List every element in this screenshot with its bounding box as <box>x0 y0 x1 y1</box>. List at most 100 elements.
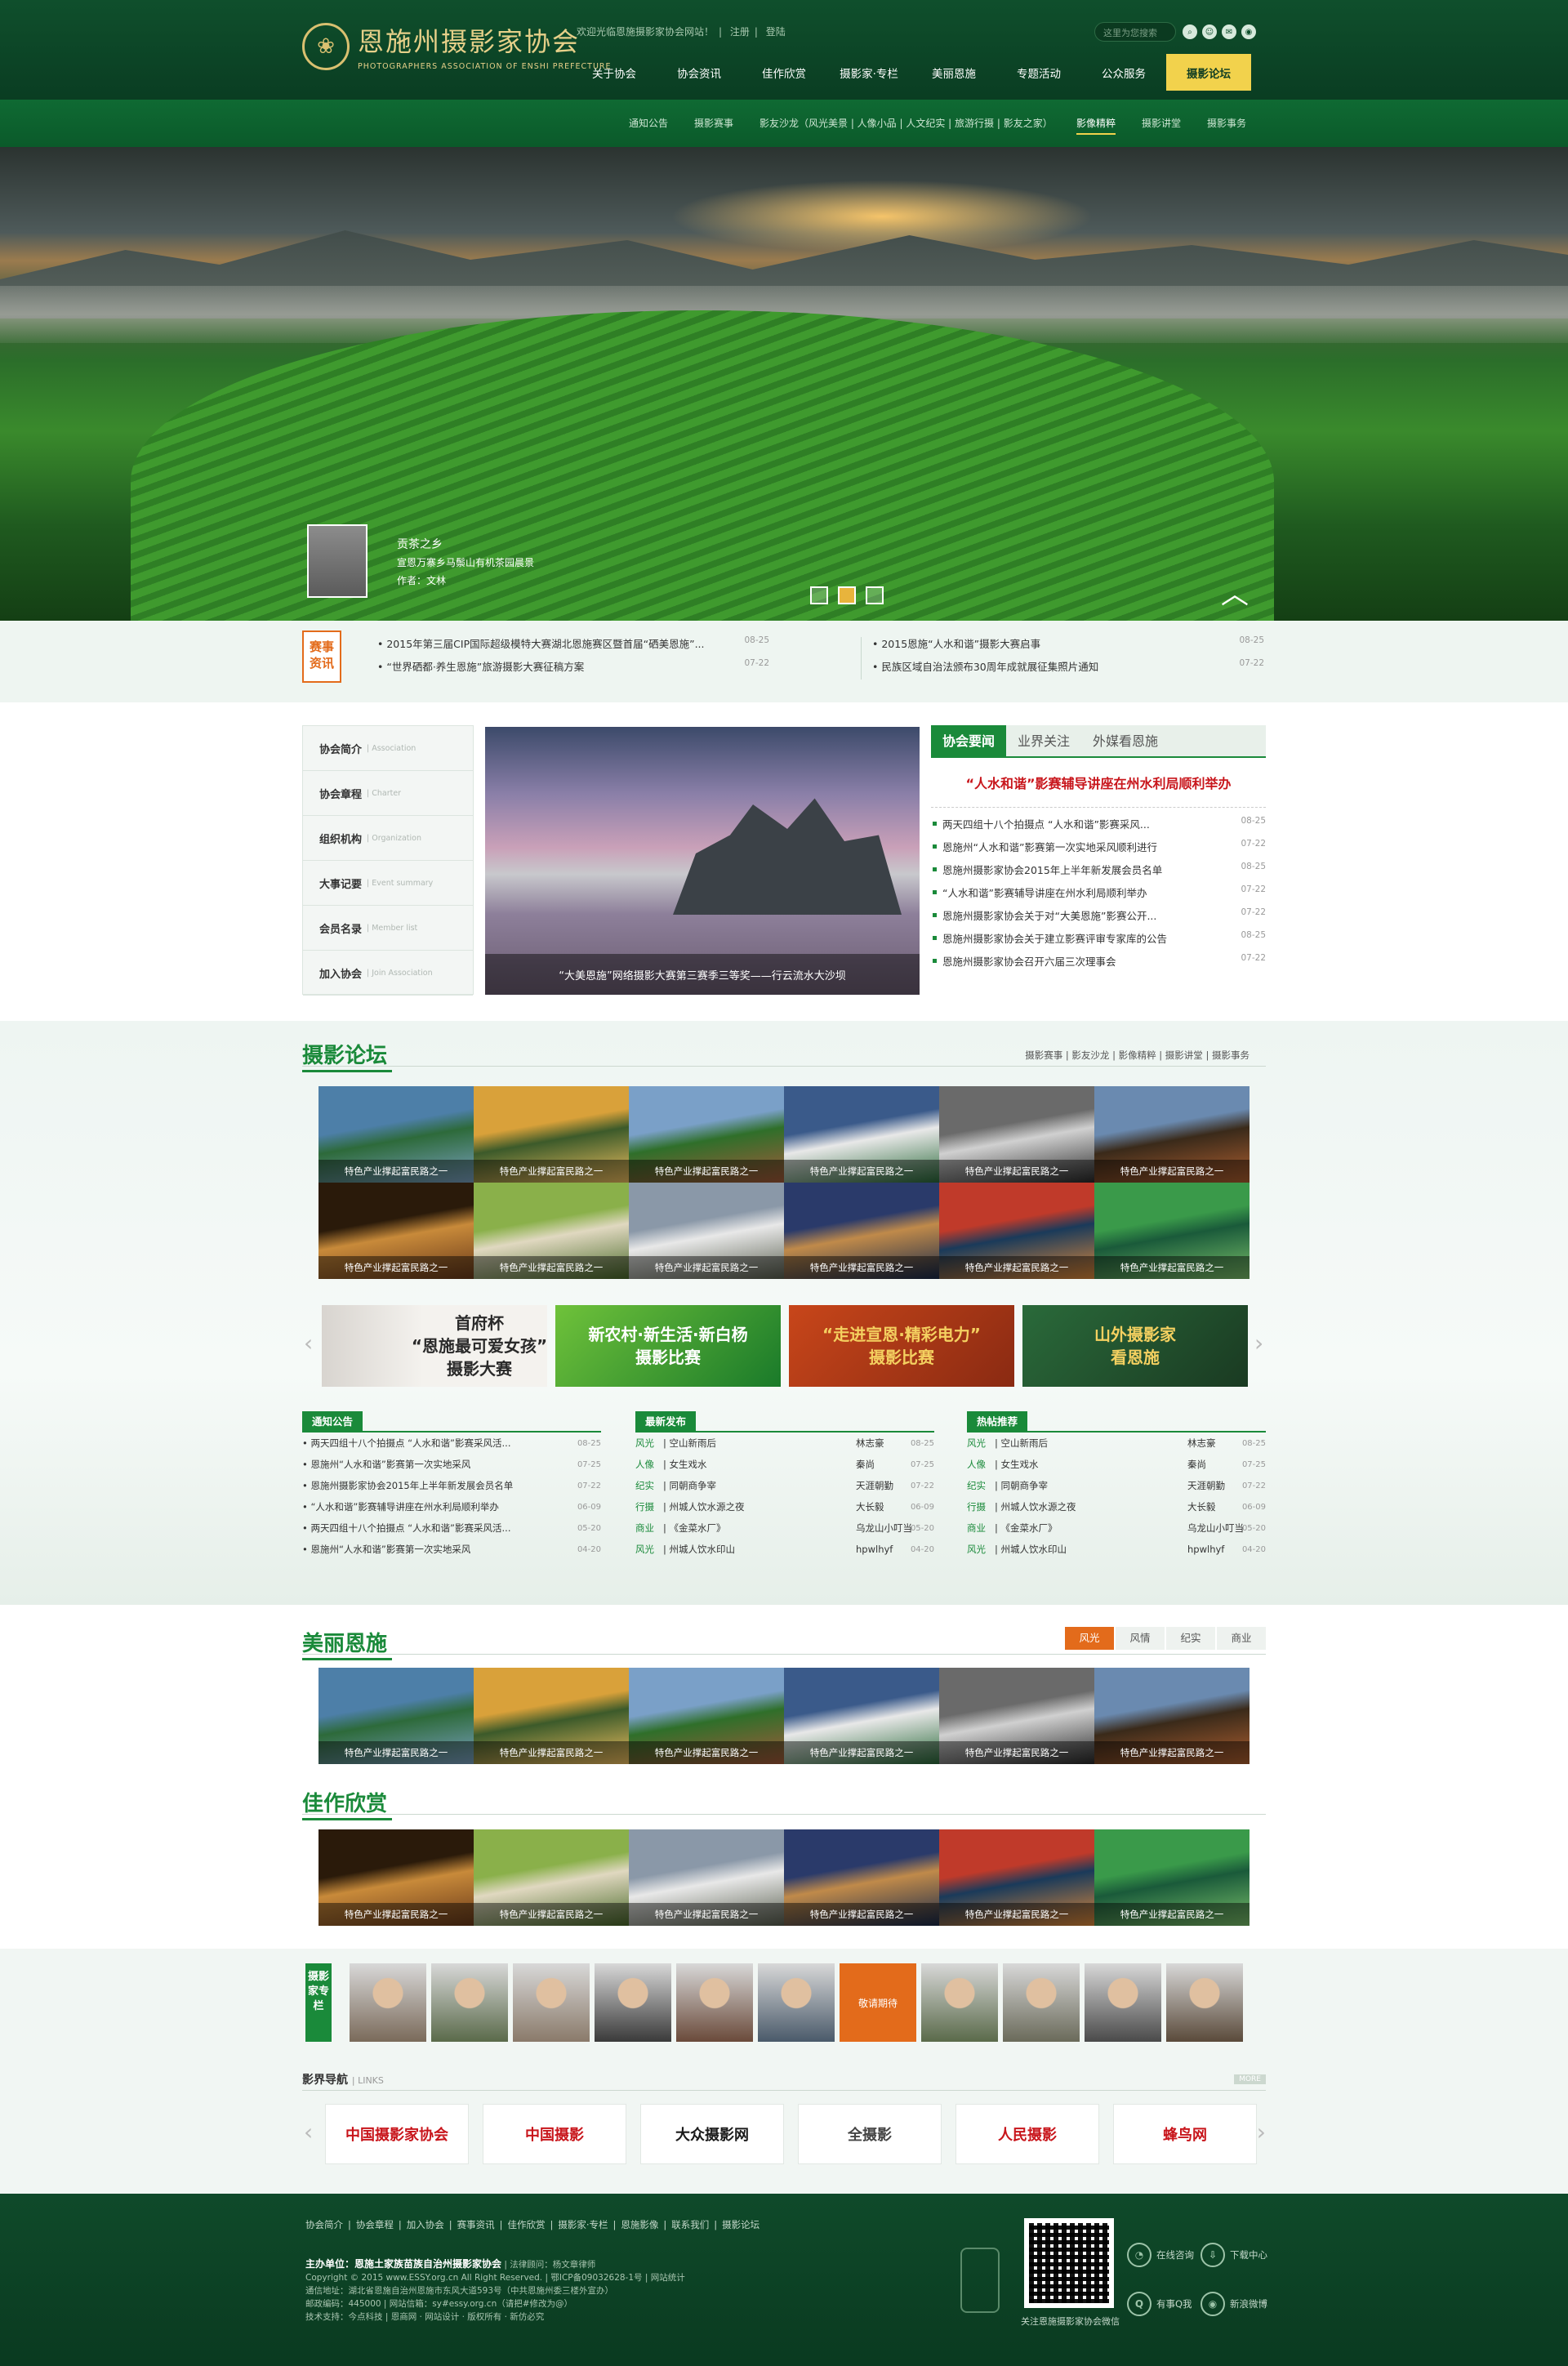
list-item-category[interactable]: 纪实 <box>635 1479 663 1492</box>
list-item[interactable]: • 两天四组十八个拍摄点 “人水和谐”影赛采风活... 05-20 <box>302 1517 601 1539</box>
association-menu-item[interactable]: 会员名录 | Member list <box>303 906 473 951</box>
list-item[interactable]: 行摄 | 州城人饮水源之夜 大长毅 06-09 <box>635 1496 934 1517</box>
slider-dot-active[interactable] <box>838 586 856 604</box>
photo-card[interactable]: 特色产业撑起富民路之一 <box>1094 1829 1250 1926</box>
photographer-avatar[interactable]: 敬请期待 <box>840 1963 916 2042</box>
footer-link[interactable]: 协会章程 <box>356 2219 394 2230</box>
footer-service-link[interactable]: ⇩ 下载中心 <box>1200 2235 1274 2275</box>
nav-item[interactable]: 专题活动 <box>996 54 1081 91</box>
news-tab[interactable]: 业界关注 <box>1006 725 1081 756</box>
list-item[interactable]: • 两天四组十八个拍摄点 “人水和谐”影赛采风活... 08-25 <box>302 1433 601 1454</box>
association-menu-item[interactable]: 加入协会 | Join Association <box>303 951 473 996</box>
list-item-category[interactable]: 商业 <box>635 1522 663 1535</box>
photo-card[interactable]: 特色产业撑起富民路之一 <box>629 1829 784 1926</box>
beauty-tab[interactable]: 风情 <box>1116 1627 1165 1650</box>
footer-link[interactable]: 加入协会 <box>407 2219 444 2230</box>
photographer-avatar[interactable] <box>921 1963 998 2042</box>
chevron-right-icon[interactable]: › <box>1257 2119 1266 2145</box>
list-item[interactable]: 商业 | 《金菜水厂》 乌龙山小叮当 05-20 <box>635 1517 934 1539</box>
link-logo[interactable]: 大众摄影网 <box>640 2104 784 2164</box>
ticker-item[interactable]: • 民族区域自治法颁布30周年成就展征集照片通知 07-22 <box>872 658 1264 681</box>
login-link[interactable]: 登陆 <box>766 26 786 38</box>
chevron-left-icon[interactable]: ‹ <box>304 1330 315 1362</box>
news-item[interactable]: 两天四组十八个拍摄点 “人水和谐”影赛采风... 08-25 <box>931 816 1266 839</box>
link-logo[interactable]: 蜂鸟网 <box>1113 2104 1257 2164</box>
news-tab[interactable]: 协会要闻 <box>931 725 1007 756</box>
photo-card[interactable]: 特色产业撑起富民路之一 <box>1094 1086 1250 1183</box>
weibo-icon[interactable]: ◉ <box>1241 25 1256 39</box>
list-item-category[interactable]: 风光 <box>635 1437 663 1450</box>
list-item[interactable]: • 恩施州“人水和谐”影赛第一次实地采风 04-20 <box>302 1539 601 1560</box>
chevron-right-icon[interactable]: › <box>1254 1330 1266 1362</box>
list-item[interactable]: 风光 | 空山新雨后 林志豪 08-25 <box>967 1433 1266 1454</box>
photo-card[interactable]: 特色产业撑起富民路之一 <box>318 1829 474 1926</box>
photo-card[interactable]: 特色产业撑起富民路之一 <box>939 1829 1094 1926</box>
list-item[interactable]: 商业 | 《金菜水厂》 乌龙山小叮当 05-20 <box>967 1517 1266 1539</box>
link-logo[interactable]: 人民摄影 <box>956 2104 1099 2164</box>
association-menu-item[interactable]: 协会章程 | Charter <box>303 771 473 816</box>
photo-card[interactable]: 特色产业撑起富民路之一 <box>939 1183 1094 1279</box>
news-item[interactable]: 恩施州摄影家协会关于建立影赛评审专家库的公告 08-25 <box>931 930 1266 953</box>
news-headline[interactable]: “人水和谐”影赛辅导讲座在州水利局顺利举办 <box>931 773 1266 792</box>
links-more-button[interactable]: MORE <box>1234 2074 1266 2084</box>
beauty-tab[interactable]: 风光 <box>1065 1627 1114 1650</box>
footer-service-link[interactable]: Q 有事Q我 <box>1127 2284 1200 2324</box>
list-item-category[interactable]: 风光 <box>967 1543 995 1556</box>
photographer-avatar[interactable] <box>350 1963 426 2042</box>
association-menu-item[interactable]: 组织机构 | Organization <box>303 816 473 861</box>
photo-card[interactable]: 特色产业撑起富民路之一 <box>318 1183 474 1279</box>
photo-card[interactable]: 特色产业撑起富民路之一 <box>1094 1668 1250 1764</box>
photographer-avatar[interactable] <box>1003 1963 1080 2042</box>
list-item-category[interactable]: 风光 <box>967 1437 995 1450</box>
subnav-item[interactable]: 影友沙龙（风光美景 | 人像小品 | 人文纪实 | 旅游行摄 | 影友之家） <box>760 116 1053 130</box>
list-item-category[interactable]: 人像 <box>967 1458 995 1471</box>
news-item[interactable]: 恩施州摄影家协会2015年上半年新发展会员名单 08-25 <box>931 862 1266 884</box>
photographer-avatar[interactable] <box>595 1963 671 2042</box>
footer-link[interactable]: 佳作欣赏 <box>508 2219 546 2230</box>
subnav-item[interactable]: 摄影讲堂 <box>1142 116 1181 130</box>
featured-photo[interactable]: “大美恩施”网络摄影大赛第三赛季三等奖——行云流水大沙坝 <box>485 727 920 995</box>
event-banner[interactable]: 新农村·新生活·新白杨 摄影比赛 <box>555 1305 781 1387</box>
photo-card[interactable]: 特色产业撑起富民路之一 <box>474 1668 629 1764</box>
list-item[interactable]: 风光 | 州城人饮水印山 hpwlhyf 04-20 <box>635 1539 934 1560</box>
footer-link[interactable]: 赛事资讯 <box>457 2219 495 2230</box>
photo-card[interactable]: 特色产业撑起富民路之一 <box>474 1829 629 1926</box>
link-logo[interactable]: 中国摄影 <box>483 2104 626 2164</box>
site-logo[interactable]: ❀ 恩施州摄影家协会 PHOTOGRAPHERS ASSOCIATION OF … <box>302 21 612 71</box>
list-item[interactable]: 风光 | 空山新雨后 林志豪 08-25 <box>635 1433 934 1454</box>
list-item[interactable]: 纪实 | 同朝商争宰 天涯朝勤 07-22 <box>967 1475 1266 1496</box>
photo-card[interactable]: 特色产业撑起富民路之一 <box>474 1086 629 1183</box>
news-item[interactable]: 恩施州“人水和谐”影赛第一次实地采风顺利进行 07-22 <box>931 839 1266 862</box>
list-item[interactable]: 行摄 | 州城人饮水源之夜 大长毅 06-09 <box>967 1496 1266 1517</box>
photographer-avatar[interactable] <box>758 1963 835 2042</box>
photo-card[interactable]: 特色产业撑起富民路之一 <box>784 1668 939 1764</box>
subnav-item[interactable]: 影像精粹 <box>1076 116 1116 135</box>
search-icon[interactable]: ⌕ <box>1183 25 1197 39</box>
footer-link[interactable]: 恩施影像 <box>621 2219 658 2230</box>
nav-item[interactable]: 关于协会 <box>572 54 657 91</box>
news-item[interactable]: “人水和谐”影赛辅导讲座在州水利局顺利举办 07-22 <box>931 884 1266 907</box>
photo-card[interactable]: 特色产业撑起富民路之一 <box>318 1668 474 1764</box>
photo-card[interactable]: 特色产业撑起富民路之一 <box>784 1829 939 1926</box>
link-logo[interactable]: 全摄影 <box>798 2104 942 2164</box>
photo-card[interactable]: 特色产业撑起富民路之一 <box>629 1086 784 1183</box>
slider-dot[interactable] <box>810 586 828 604</box>
photographer-avatar[interactable] <box>1085 1963 1161 2042</box>
footer-link[interactable]: 摄影论坛 <box>722 2219 760 2230</box>
association-menu-item[interactable]: 大事记要 | Event summary <box>303 861 473 906</box>
photographer-avatar[interactable] <box>1166 1963 1243 2042</box>
nav-item[interactable]: 摄影家·专栏 <box>826 54 911 91</box>
footer-link[interactable]: 摄影家·专栏 <box>558 2219 608 2230</box>
nav-item[interactable]: 美丽恩施 <box>911 54 996 91</box>
subnav-item[interactable]: 通知公告 <box>629 116 668 130</box>
subnav-item[interactable]: 摄影事务 <box>1207 116 1246 130</box>
photo-card[interactable]: 特色产业撑起富民路之一 <box>1094 1183 1250 1279</box>
list-item[interactable]: • 恩施州摄影家协会2015年上半年新发展会员名单 07-22 <box>302 1475 601 1496</box>
register-link[interactable]: 注册 <box>730 26 750 38</box>
photo-card[interactable]: 特色产业撑起富民路之一 <box>629 1183 784 1279</box>
nav-item[interactable]: 协会资讯 <box>657 54 742 91</box>
list-item-category[interactable]: 行摄 <box>967 1500 995 1513</box>
photo-card[interactable]: 特色产业撑起富民路之一 <box>939 1668 1094 1764</box>
list-item-category[interactable]: 风光 <box>635 1543 663 1556</box>
photo-card[interactable]: 特色产业撑起富民路之一 <box>939 1086 1094 1183</box>
